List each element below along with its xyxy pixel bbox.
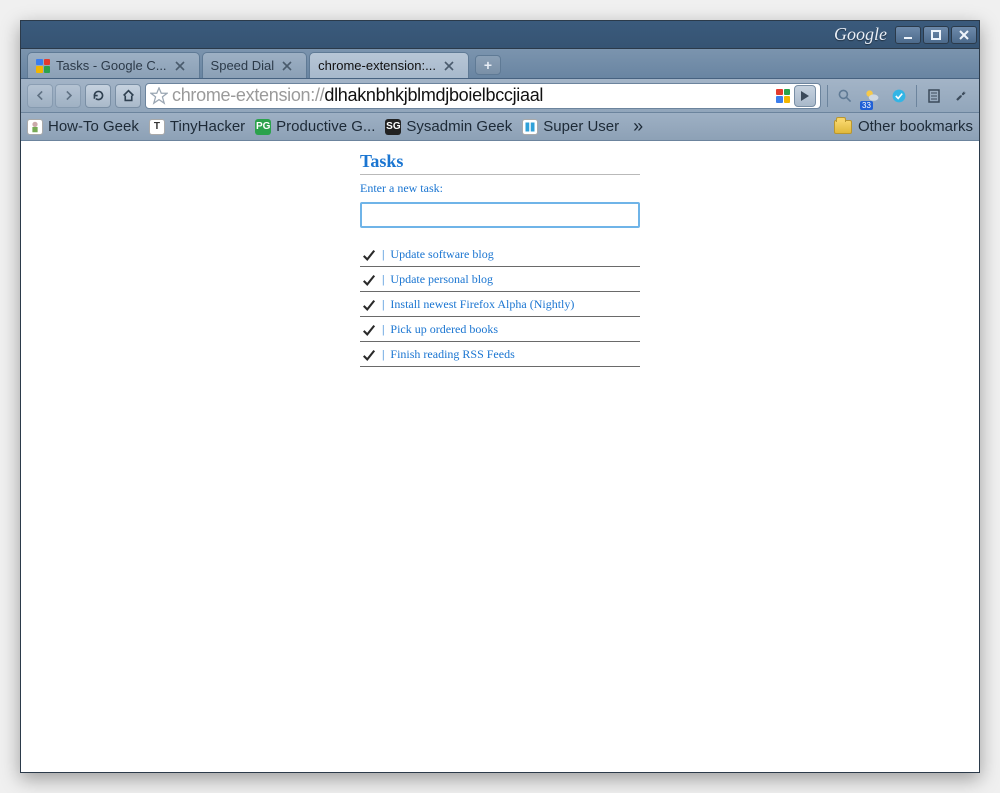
new-task-label: Enter a new task: [360, 181, 640, 196]
navigation-bar: chrome-extension://dlhaknbhkjblmdjboielb… [21, 79, 979, 113]
reload-button[interactable] [85, 84, 111, 108]
tab-bar: Tasks - Google C... Speed Dial chrome-ex… [21, 49, 979, 79]
maximize-button[interactable] [923, 26, 949, 44]
minimize-button[interactable] [895, 26, 921, 44]
task-separator: | [382, 322, 384, 337]
task-separator: | [382, 272, 384, 287]
check-icon [362, 273, 376, 287]
go-button[interactable] [794, 85, 816, 107]
status-extension-icon[interactable] [887, 84, 911, 108]
home-button[interactable] [115, 84, 141, 108]
other-bookmarks-label: Other bookmarks [858, 118, 973, 135]
bookmark-icon [27, 119, 43, 135]
bookmark-sysadmin-geek[interactable]: SG Sysadmin Geek [385, 118, 512, 135]
window-titlebar: Google [21, 21, 979, 49]
forward-button[interactable] [55, 84, 81, 108]
bookmark-icon: SG [385, 119, 401, 135]
window-brand: Google [834, 24, 887, 45]
page-content: Tasks Enter a new task: | Update softwar… [21, 141, 979, 772]
url-text: chrome-extension://dlhaknbhkjblmdjboielb… [172, 85, 772, 106]
browser-window: Google Tasks - Google C... [20, 20, 980, 773]
task-item[interactable]: | Pick up ordered books [360, 317, 640, 342]
bookmark-label: Productive G... [276, 118, 375, 135]
bookmark-icon [522, 119, 538, 135]
new-tab-button[interactable]: + [475, 55, 501, 75]
bookmark-tinyhacker[interactable]: T TinyHacker [149, 118, 245, 135]
tasks-app: Tasks Enter a new task: | Update softwar… [360, 151, 640, 772]
tab-favicon-icon [36, 59, 50, 73]
bookmark-label: How-To Geek [48, 118, 139, 135]
bookmark-label: Super User [543, 118, 619, 135]
weather-temp-badge: 33 [860, 101, 873, 110]
bookmark-icon: T [149, 119, 165, 135]
tab-close-icon[interactable] [280, 59, 294, 73]
task-separator: | [382, 297, 384, 312]
check-icon [362, 298, 376, 312]
tab-tasks[interactable]: Tasks - Google C... [27, 52, 200, 78]
bookmark-label: TinyHacker [170, 118, 245, 135]
tab-close-icon[interactable] [173, 59, 187, 73]
task-item[interactable]: | Update software blog [360, 242, 640, 267]
tab-speed-dial[interactable]: Speed Dial [202, 52, 308, 78]
window-controls [895, 26, 977, 44]
bookmark-super-user[interactable]: Super User [522, 118, 619, 135]
url-scheme: chrome-extension:// [172, 85, 324, 106]
tab-close-icon[interactable] [442, 59, 456, 73]
bookmark-star-icon[interactable] [150, 87, 168, 105]
check-icon [362, 323, 376, 337]
task-text: Finish reading RSS Feeds [390, 347, 514, 362]
task-text: Pick up ordered books [390, 322, 498, 337]
task-text: Update software blog [390, 247, 493, 262]
close-button[interactable] [951, 26, 977, 44]
task-item[interactable]: | Install newest Firefox Alpha (Nightly) [360, 292, 640, 317]
back-button[interactable] [27, 84, 53, 108]
task-list: | Update software blog | Update personal… [360, 242, 640, 367]
task-separator: | [382, 247, 384, 262]
wrench-menu-button[interactable] [949, 84, 973, 108]
task-text: Update personal blog [390, 272, 493, 287]
tab-label: Speed Dial [211, 58, 275, 73]
tab-chrome-extension[interactable]: chrome-extension:... [309, 52, 469, 78]
bookmark-productive-g[interactable]: PG Productive G... [255, 118, 375, 135]
bookmark-label: Sysadmin Geek [406, 118, 512, 135]
new-task-input[interactable] [360, 202, 640, 228]
toolbar-separator [916, 85, 917, 107]
page-menu-button[interactable] [922, 84, 946, 108]
site-identity-icon[interactable] [776, 89, 790, 103]
bookmark-icon: PG [255, 119, 271, 135]
task-item[interactable]: | Finish reading RSS Feeds [360, 342, 640, 367]
search-extension-icon[interactable] [833, 84, 857, 108]
page-title: Tasks [360, 151, 640, 175]
folder-icon [834, 120, 852, 134]
other-bookmarks-button[interactable]: Other bookmarks [834, 118, 973, 135]
tab-label: chrome-extension:... [318, 58, 436, 73]
toolbar-separator [827, 85, 828, 107]
weather-extension-icon[interactable]: 33 [860, 84, 884, 108]
toolbar-right: 33 [825, 84, 973, 108]
task-separator: | [382, 347, 384, 362]
task-text: Install newest Firefox Alpha (Nightly) [390, 297, 574, 312]
task-item[interactable]: | Update personal blog [360, 267, 640, 292]
bookmark-how-to-geek[interactable]: How-To Geek [27, 118, 139, 135]
bookmarks-overflow-button[interactable]: » [629, 116, 647, 137]
bookmarks-bar: How-To Geek T TinyHacker PG Productive G… [21, 113, 979, 141]
url-bar[interactable]: chrome-extension://dlhaknbhkjblmdjboielb… [145, 83, 821, 109]
check-icon [362, 248, 376, 262]
tab-label: Tasks - Google C... [56, 58, 167, 73]
url-path: dlhaknbhkjblmdjboielbccjiaal [324, 85, 543, 106]
check-icon [362, 348, 376, 362]
